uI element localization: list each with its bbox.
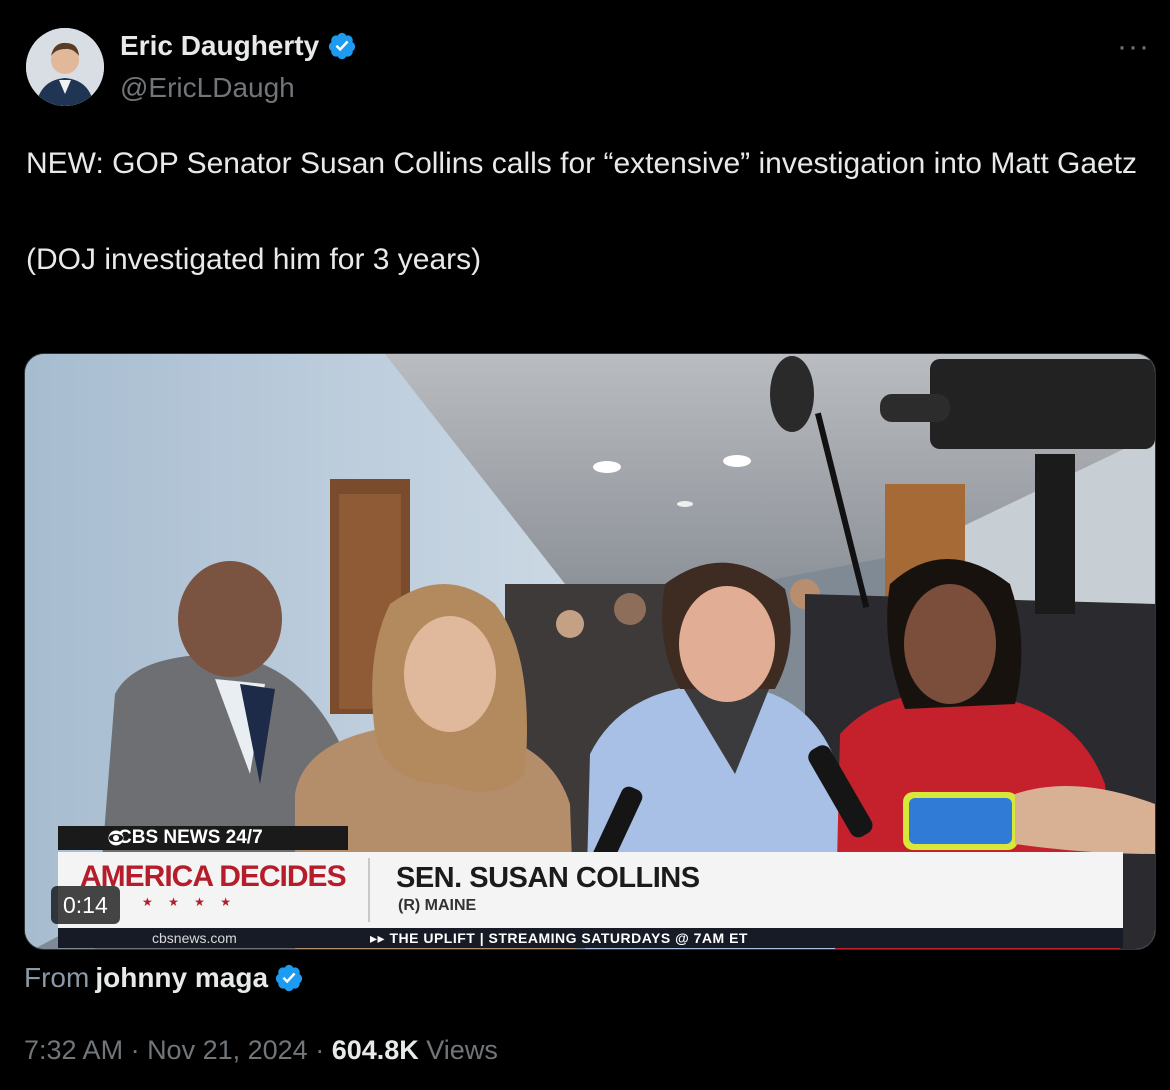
more-options-icon[interactable]: ···	[1117, 30, 1150, 64]
network-tag-text: CBS NEWS 24/7	[118, 827, 263, 848]
author-handle[interactable]: @EricLDaugh	[120, 72, 295, 104]
attribution: From johnny maga	[24, 962, 304, 994]
attribution-source-link[interactable]: johnny maga	[95, 962, 268, 994]
meta-separator: ·	[307, 1035, 332, 1065]
author-name-row[interactable]: Eric Daugherty	[120, 30, 357, 62]
lower-third-name: SEN. SUSAN COLLINS	[396, 862, 700, 894]
lower-third: AMERICA DECIDES ★ ★ ★ ★ SEN. SUSAN COLLI…	[58, 852, 1123, 928]
lower-third-divider	[368, 858, 370, 922]
ticker-site: cbsnews.com	[152, 930, 237, 946]
tweet-text: NEW: GOP Senator Susan Collins calls for…	[26, 147, 1138, 276]
author-display-name[interactable]: Eric Daugherty	[120, 30, 319, 62]
profile-photo	[26, 28, 104, 106]
tweet-time[interactable]: 7:32 AM	[24, 1035, 123, 1065]
cbs-eye-icon	[108, 830, 124, 846]
views-label: Views	[426, 1035, 498, 1065]
program-brand-stars: ★ ★ ★ ★	[142, 895, 238, 909]
avatar[interactable]	[26, 28, 104, 106]
tweet-meta: 7:32 AM · Nov 21, 2024 · 604.8K Views	[24, 1035, 498, 1066]
verified-badge-icon	[329, 32, 356, 60]
views-count: 604.8K	[331, 1035, 419, 1065]
video-player[interactable]: CBS NEWS 24/7 AMERICA DECIDES ★ ★ ★ ★ SE…	[24, 353, 1156, 950]
news-ticker: cbsnews.com ▸▸ THE UPLIFT | STREAMING SA…	[58, 928, 1123, 948]
meta-separator: ·	[123, 1035, 148, 1065]
attribution-prefix: From	[24, 962, 90, 993]
tweet-date[interactable]: Nov 21, 2024	[147, 1035, 308, 1065]
verified-badge-icon	[275, 964, 303, 992]
lower-third-subtitle: (R) MAINE	[398, 897, 477, 914]
network-tag: CBS NEWS 24/7	[58, 826, 348, 850]
ticker-message: ▸▸ THE UPLIFT | STREAMING SATURDAYS @ 7A…	[370, 930, 748, 946]
video-duration-badge: 0:14	[51, 886, 120, 924]
